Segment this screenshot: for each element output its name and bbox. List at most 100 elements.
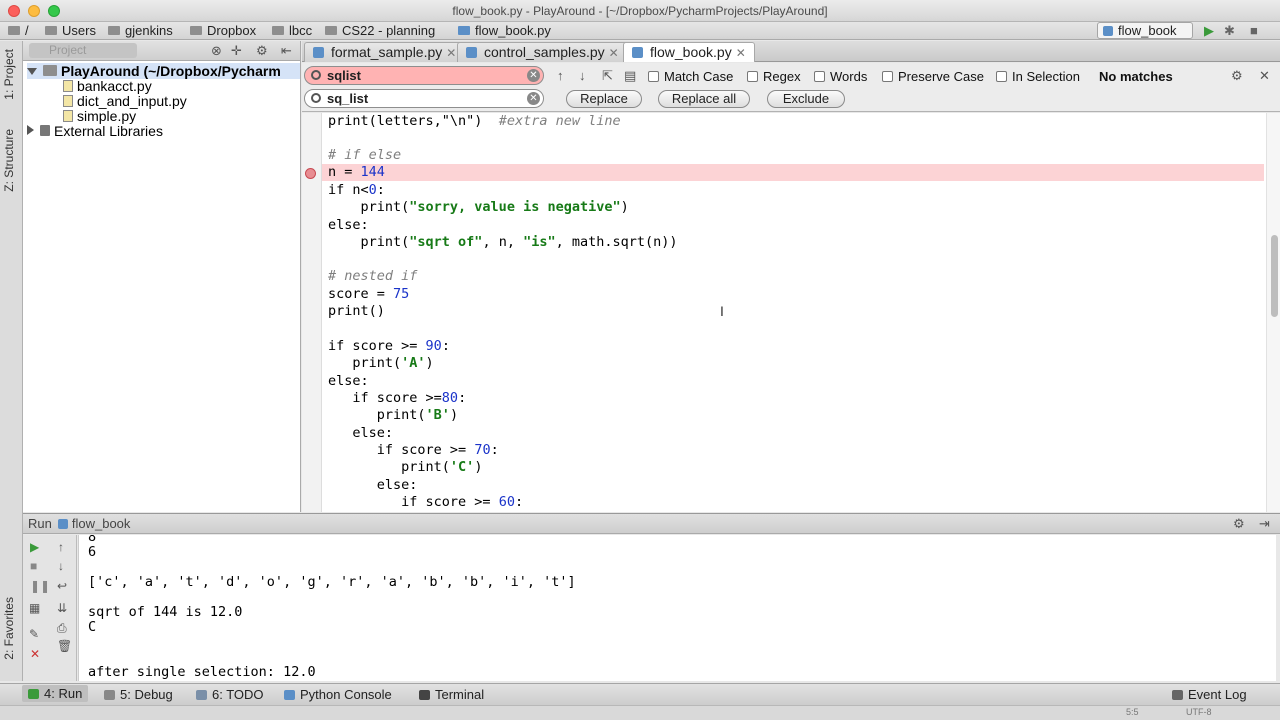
replace-all-button[interactable]: Replace all bbox=[658, 90, 750, 108]
replace-button[interactable]: Replace bbox=[566, 90, 642, 108]
run-console[interactable]: 8 6 ['c', 'a', 't', 'd', 'o', 'g', 'r', … bbox=[78, 535, 1276, 681]
breadcrumb-dropbox[interactable]: Dropbox bbox=[190, 23, 256, 38]
tree-item-file[interactable]: bankacct.py bbox=[63, 78, 152, 94]
close-tab-icon[interactable]: ✕ bbox=[736, 46, 746, 60]
project-tool-tab[interactable]: 1: Project bbox=[2, 49, 16, 100]
editor-scrollbar[interactable] bbox=[1266, 113, 1280, 512]
run-icon[interactable]: ▶ bbox=[1204, 23, 1214, 39]
breadcrumb-file[interactable]: flow_book.py bbox=[458, 23, 551, 38]
left-tool-strip: 1: Project Z: Structure 2: Favorites bbox=[0, 41, 23, 681]
event-log-icon bbox=[1172, 690, 1183, 700]
match-case-checkbox[interactable]: Match Case bbox=[648, 69, 733, 84]
status-bar: 5:5 UTF-8 bbox=[0, 705, 1280, 720]
preserve-case-checkbox[interactable]: Preserve Case bbox=[882, 69, 984, 84]
rerun-icon[interactable]: ▶ bbox=[30, 540, 39, 554]
pin-tab-icon[interactable]: ✎ bbox=[29, 627, 39, 641]
debug-icon[interactable]: ✱ bbox=[1224, 23, 1235, 39]
code-editor[interactable]: print(letters,"\n") #extra new line # if… bbox=[302, 113, 1280, 512]
settings-gear-icon[interactable]: ⚙ bbox=[1233, 516, 1245, 532]
breadcrumb-cs22[interactable]: CS22 - planning bbox=[325, 23, 435, 38]
in-selection-checkbox[interactable]: In Selection bbox=[996, 69, 1080, 84]
tree-item-project-root[interactable]: PlayAround (~/Dropbox/Pycharm bbox=[27, 63, 300, 79]
search-input[interactable]: sqlist ✕ bbox=[304, 66, 544, 85]
collapse-all-icon[interactable]: ⊗ bbox=[211, 43, 222, 59]
code-line: print('B') bbox=[328, 407, 459, 423]
terminal-icon bbox=[419, 690, 430, 700]
code-line: if score >=80: bbox=[328, 390, 467, 406]
hide-panel-icon[interactable]: ⇥ bbox=[1259, 516, 1270, 532]
tree-item-external-libraries[interactable]: External Libraries bbox=[27, 123, 163, 139]
tab-todo[interactable]: 6: TODO bbox=[196, 687, 264, 702]
console-line: ['c', 'a', 't', 'd', 'o', 'g', 'r', 'a',… bbox=[88, 574, 576, 590]
python-file-icon bbox=[63, 95, 73, 107]
stop-icon[interactable]: ■ bbox=[1250, 23, 1258, 38]
tree-item-file[interactable]: dict_and_input.py bbox=[63, 93, 187, 109]
dump-threads-icon[interactable]: ▦ bbox=[29, 601, 40, 615]
tab-flow-book[interactable]: flow_book.py ✕ bbox=[623, 42, 755, 62]
scroll-from-source-icon[interactable]: ✛ bbox=[231, 43, 242, 59]
bottom-tool-bar: 4: Run 5: Debug 6: TODO Python Console T… bbox=[0, 683, 1280, 705]
console-line: C bbox=[88, 619, 97, 635]
tab-python-console[interactable]: Python Console bbox=[284, 687, 392, 702]
tab-debug[interactable]: 5: Debug bbox=[104, 687, 173, 702]
scrollbar-thumb[interactable] bbox=[1271, 235, 1278, 317]
folder-icon bbox=[108, 26, 120, 35]
close-tab-icon[interactable]: ✕ bbox=[609, 46, 619, 60]
navigation-bar: / Users gjenkins Dropbox lbcc CS22 - pla… bbox=[0, 22, 1280, 40]
next-occurrence-icon[interactable]: ↓ bbox=[579, 68, 586, 83]
python-file-icon bbox=[458, 26, 470, 35]
find-in-path-icon[interactable]: ⇱ bbox=[602, 68, 613, 84]
settings-gear-icon[interactable]: ⚙ bbox=[256, 43, 268, 59]
clear-all-icon[interactable]: 🗑 bbox=[57, 639, 72, 653]
code-line: # if else bbox=[328, 147, 402, 163]
soft-wrap-icon[interactable]: ↩ bbox=[57, 579, 67, 593]
stop-icon[interactable]: ■ bbox=[30, 559, 37, 573]
clear-search-icon[interactable]: ✕ bbox=[527, 69, 540, 82]
file-encoding[interactable]: UTF-8 bbox=[1186, 707, 1212, 717]
exclude-button[interactable]: Exclude bbox=[767, 90, 845, 108]
project-panel: Project ⊗ ✛ ⚙ ⇤ PlayAround (~/Dropbox/Py… bbox=[23, 41, 301, 512]
breadcrumb-gjenkins[interactable]: gjenkins bbox=[108, 23, 173, 38]
close-run-icon[interactable]: ✕ bbox=[30, 647, 40, 661]
caret-position[interactable]: 5:5 bbox=[1126, 707, 1139, 717]
favorites-tool-tab[interactable]: 2: Favorites bbox=[2, 597, 16, 660]
breadcrumb-lbcc[interactable]: lbcc bbox=[272, 23, 312, 38]
code-line: if score >= 60: bbox=[328, 494, 524, 510]
close-tab-icon[interactable]: ✕ bbox=[446, 46, 456, 60]
tree-item-file[interactable]: simple.py bbox=[63, 108, 136, 124]
pause-icon[interactable]: ❚❚ bbox=[30, 579, 50, 593]
code-line: print('A') bbox=[328, 355, 434, 371]
select-all-occurrences-icon[interactable]: ▤ bbox=[624, 68, 636, 84]
breadcrumb-users[interactable]: Users bbox=[45, 23, 96, 38]
python-console-icon bbox=[284, 690, 295, 700]
folder-icon bbox=[8, 26, 20, 35]
scroll-down-icon[interactable]: ↓ bbox=[58, 559, 64, 573]
scroll-up-icon[interactable]: ↑ bbox=[58, 540, 64, 554]
previous-occurrence-icon[interactable]: ↑ bbox=[557, 68, 564, 83]
run-configuration-select[interactable]: flow_book bbox=[1097, 22, 1193, 39]
text-cursor-icon: I bbox=[720, 303, 724, 319]
code-line: else: bbox=[328, 425, 394, 441]
structure-tool-tab[interactable]: Z: Structure bbox=[2, 129, 16, 192]
replace-input[interactable]: sq_list ✕ bbox=[304, 89, 544, 108]
search-icon bbox=[311, 70, 321, 80]
close-icon[interactable]: ✕ bbox=[1259, 68, 1270, 84]
breadcrumb-root[interactable]: / bbox=[8, 23, 29, 38]
words-checkbox[interactable]: Words bbox=[814, 69, 867, 84]
tab-event-log[interactable]: Event Log bbox=[1172, 687, 1247, 702]
tab-terminal[interactable]: Terminal bbox=[419, 687, 484, 702]
checkbox-icon bbox=[882, 71, 893, 82]
tab-format-sample[interactable]: format_sample.py ✕ bbox=[304, 42, 466, 62]
print-icon[interactable]: ⎙ bbox=[57, 621, 67, 636]
hide-panel-icon[interactable]: ⇤ bbox=[281, 43, 292, 59]
settings-gear-icon[interactable]: ⚙ bbox=[1231, 68, 1243, 84]
clear-replace-icon[interactable]: ✕ bbox=[527, 92, 540, 105]
code-line: else: bbox=[328, 217, 369, 233]
scroll-to-end-icon[interactable]: ⇊ bbox=[57, 601, 67, 615]
match-status: No matches bbox=[1099, 69, 1173, 84]
tab-run[interactable]: 4: Run bbox=[22, 685, 89, 702]
regex-checkbox[interactable]: Regex bbox=[747, 69, 801, 84]
breakpoint-icon[interactable] bbox=[305, 168, 316, 179]
project-view-select[interactable]: Project bbox=[29, 43, 137, 58]
tab-control-samples[interactable]: control_samples.py ✕ bbox=[457, 42, 628, 62]
